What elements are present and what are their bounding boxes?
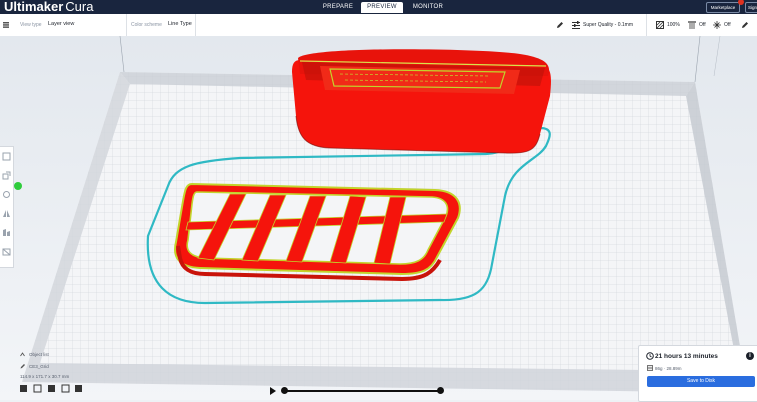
tab-prepare[interactable]: PREPARE [317,2,359,13]
layer-slider-track[interactable] [285,390,441,392]
print-settings-selector[interactable]: Super Quality - 0.1mm [570,14,647,36]
adhesion-icon [713,21,721,29]
support-value: Off [699,22,706,28]
color-scheme-label: Color scheme [131,22,162,28]
edit-settings-icon[interactable] [741,21,749,29]
object-name: CE3_Grid [29,364,49,369]
adhesion-value: Off [724,22,731,28]
per-model-settings-icon[interactable] [2,228,11,237]
view-right-icon[interactable] [75,385,82,392]
object-dimensions: 114.9 x 171.7 x 30.7 mm [20,374,70,379]
print-summary-panel: 21 hours 13 minutes i 86g · 28.89m Save … [638,345,757,402]
quality-value: Super Quality - 0.1mm [583,22,634,28]
object-list-panel: Object list CE3_Grid 114.9 x 171.7 x 30.… [20,351,180,396]
color-scheme-value: Line Type [168,21,192,27]
info-icon[interactable]: i [746,352,754,360]
view-toolbar: View type Layer view Color scheme Line T… [0,14,757,37]
layer-slider-start-handle[interactable] [281,387,288,394]
support-blocker-icon[interactable] [2,247,11,256]
left-toolbar [0,146,14,268]
scale-tool-icon[interactable] [2,171,11,180]
chevron-up-icon[interactable] [20,352,25,357]
pencil-icon[interactable] [20,363,26,369]
view-front-icon[interactable] [33,384,42,393]
soap-dish-model [292,49,551,154]
active-tool-indicator [14,182,22,190]
pencil-icon[interactable] [556,21,564,29]
tab-monitor[interactable]: MONITOR [405,2,451,13]
material-usage: 86g · 28.89m [655,366,682,371]
print-time: 21 hours 13 minutes [655,353,718,360]
layer-slider-end-handle[interactable] [437,387,444,394]
save-to-disk-button[interactable]: Save to Disk [647,376,755,387]
play-icon[interactable] [270,387,276,395]
mirror-tool-icon[interactable] [2,209,11,218]
infill-value: 100% [667,22,680,28]
object-actions [20,384,82,393]
view-type-label: View type [20,22,42,28]
quality-sliders-icon [572,21,580,29]
marketplace-button[interactable]: Marketplace [706,2,740,13]
app-header: Ultimaker Cura PREPARE PREVIEW MONITOR Ma… [0,0,757,14]
rotate-tool-icon[interactable] [2,190,11,199]
clock-icon [646,352,654,360]
color-scheme-selector[interactable]: Color scheme Line Type [127,14,196,36]
tab-preview[interactable]: PREVIEW [361,2,403,13]
view-type-value: Layer view [48,21,75,27]
view-left-icon[interactable] [61,384,70,393]
view-type-selector[interactable]: View type Layer view [3,14,127,36]
soap-grate-model [174,182,461,282]
move-tool-icon[interactable] [2,152,11,161]
layer-view-icon [3,22,9,28]
sign-in-button[interactable]: Sign in [745,2,757,13]
app-logo: Ultimaker Cura [4,0,93,14]
notification-badge [738,0,744,5]
app-name-bold: Ultimaker [4,0,64,14]
view-3d-icon[interactable] [20,385,27,392]
support-icon [688,21,696,29]
app-name-light: Cura [65,0,94,14]
object-list-toggle[interactable]: Object list [29,352,49,357]
spool-icon [647,365,653,371]
infill-icon [656,21,664,29]
view-top-icon[interactable] [48,385,55,392]
